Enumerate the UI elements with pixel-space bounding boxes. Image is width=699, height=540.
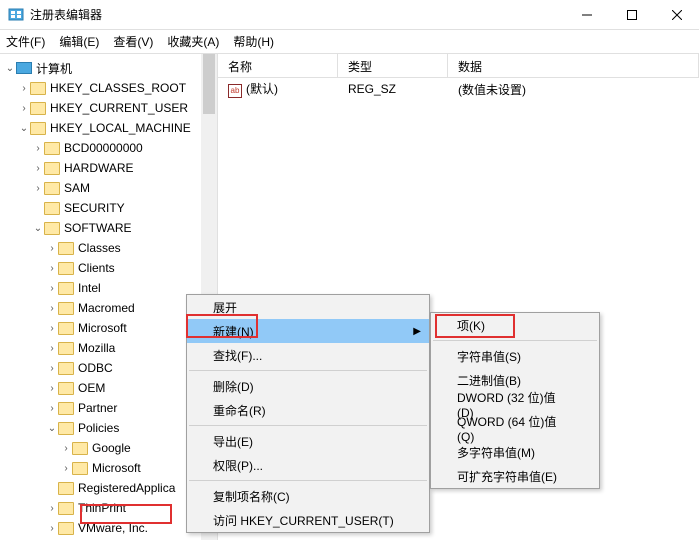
tree-thinprint[interactable]: ›ThinPrint [0,498,217,518]
ctx-find[interactable]: 查找(F)... [187,343,429,367]
folder-icon [58,382,74,395]
tree-google[interactable]: ›Google [0,438,217,458]
folder-icon [58,502,74,515]
separator [189,370,427,371]
value-type-cell: REG_SZ [338,82,448,96]
tree-clients[interactable]: ›Clients [0,258,217,278]
string-icon: ab [228,84,242,98]
minimize-button[interactable] [564,0,609,30]
tree-hklm[interactable]: ⌄HKEY_LOCAL_MACHINE [0,118,217,138]
col-type[interactable]: 类型 [338,54,448,77]
menu-file[interactable]: 文件(F) [6,33,45,50]
submenu-arrow-icon: ▶ [413,326,421,337]
tree-microsoft[interactable]: ›Microsoft [0,318,217,338]
folder-icon [30,82,46,95]
value-data-cell: (数值未设置) [448,81,699,98]
new-submenu: 项(K) 字符串值(S) 二进制值(B) DWORD (32 位)值(D) QW… [430,312,600,489]
new-string[interactable]: 字符串值(S) [431,344,599,368]
folder-icon [72,462,88,475]
col-data[interactable]: 数据 [448,54,699,77]
tree-mozilla[interactable]: ›Mozilla [0,338,217,358]
list-header: 名称 类型 数据 [218,54,699,78]
folder-icon [58,242,74,255]
folder-icon [44,182,60,195]
menu-view[interactable]: 查看(V) [113,33,153,50]
list-row[interactable]: ab(默认) REG_SZ (数值未设置) [218,78,699,100]
new-multistring[interactable]: 多字符串值(M) [431,440,599,464]
folder-icon [30,122,46,135]
maximize-button[interactable] [609,0,654,30]
menu-edit[interactable]: 编辑(E) [59,33,99,50]
title-bar: 注册表编辑器 [0,0,699,30]
ctx-export[interactable]: 导出(E) [187,429,429,453]
ctx-copykey[interactable]: 复制项名称(C) [187,484,429,508]
tree-policies[interactable]: ⌄Policies [0,418,217,438]
folder-icon [44,162,60,175]
folder-icon [58,422,74,435]
tree-regapp[interactable]: ›RegisteredApplica [0,478,217,498]
tree-sam[interactable]: ›SAM [0,178,217,198]
tree-microsoft-policies[interactable]: ›Microsoft [0,458,217,478]
new-qword[interactable]: QWORD (64 位)值(Q) [431,416,599,440]
folder-icon [30,102,46,115]
tree-intel[interactable]: ›Intel [0,278,217,298]
menu-bar: 文件(F) 编辑(E) 查看(V) 收藏夹(A) 帮助(H) [0,30,699,54]
tree-hkcr[interactable]: ›HKEY_CLASSES_ROOT [0,78,217,98]
body: ⌄计算机 ›HKEY_CLASSES_ROOT ›HKEY_CURRENT_US… [0,54,699,540]
folder-icon [58,402,74,415]
tree-bcd[interactable]: ›BCD00000000 [0,138,217,158]
folder-icon [72,442,88,455]
ctx-delete[interactable]: 删除(D) [187,374,429,398]
tree-software[interactable]: ⌄SOFTWARE [0,218,217,238]
ctx-rename[interactable]: 重命名(R) [187,398,429,422]
context-menu: 展开 新建(N)▶ 查找(F)... 删除(D) 重命名(R) 导出(E) 权限… [186,294,430,533]
close-button[interactable] [654,0,699,30]
tree-macromed[interactable]: ›Macromed [0,298,217,318]
ctx-goto-hkcu[interactable]: 访问 HKEY_CURRENT_USER(T) [187,508,429,532]
tree-root[interactable]: ⌄计算机 [0,58,217,78]
col-name[interactable]: 名称 [218,54,338,77]
tree-security[interactable]: ›SECURITY [0,198,217,218]
ctx-new[interactable]: 新建(N)▶ [187,319,429,343]
app-icon [8,7,24,23]
new-expandstring[interactable]: 可扩充字符串值(E) [431,464,599,488]
folder-icon [58,342,74,355]
folder-icon [44,222,60,235]
window-title: 注册表编辑器 [30,6,564,23]
folder-icon [58,362,74,375]
tree-classes[interactable]: ›Classes [0,238,217,258]
menu-help[interactable]: 帮助(H) [233,33,274,50]
separator [189,480,427,481]
folder-icon [58,522,74,535]
separator [433,340,597,341]
ctx-expand[interactable]: 展开 [187,295,429,319]
ctx-permissions[interactable]: 权限(P)... [187,453,429,477]
scrollbar-thumb[interactable] [203,54,215,114]
tree-hkcu[interactable]: ›HKEY_CURRENT_USER [0,98,217,118]
computer-icon [16,62,32,74]
menu-favorites[interactable]: 收藏夹(A) [167,33,219,50]
tree-oem[interactable]: ›OEM [0,378,217,398]
tree-hardware[interactable]: ›HARDWARE [0,158,217,178]
folder-icon [44,202,60,215]
new-key[interactable]: 项(K) [431,313,599,337]
tree-partner[interactable]: ›Partner [0,398,217,418]
folder-icon [58,322,74,335]
folder-icon [58,262,74,275]
value-name-cell: ab(默认) [218,80,338,98]
separator [189,425,427,426]
folder-icon [44,142,60,155]
tree-odbc[interactable]: ›ODBC [0,358,217,378]
tree-vmware[interactable]: ›VMware, Inc. [0,518,217,538]
folder-icon [58,482,74,495]
folder-icon [58,282,74,295]
folder-icon [58,302,74,315]
